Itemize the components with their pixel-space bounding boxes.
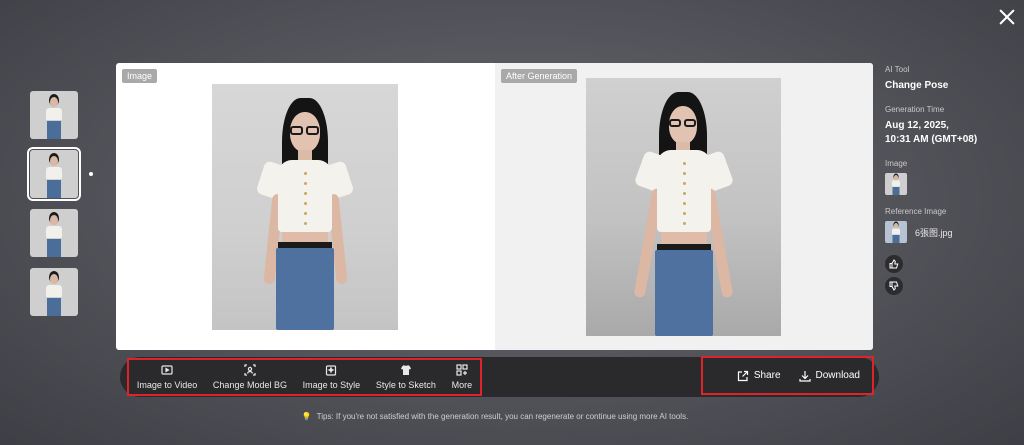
- image-to-video-button[interactable]: Image to Video: [137, 364, 197, 390]
- ai-tools-group: Image to Video Change Model BG Image to …: [127, 358, 482, 396]
- tips-text: 💡 Tips: If you're not satisfied with the …: [0, 412, 990, 421]
- thumbnail-list: [27, 91, 81, 327]
- generation-time-line2: 10:31 AM (GMT+08): [885, 134, 978, 145]
- ai-tool-value: Change Pose: [885, 80, 949, 91]
- change-model-bg-button[interactable]: Change Model BG: [213, 364, 287, 390]
- bottom-toolbar: Image to Video Change Model BG Image to …: [120, 356, 879, 397]
- image-label: Image: [885, 159, 908, 168]
- image-to-style-label: Image to Style: [302, 380, 361, 390]
- original-image[interactable]: [212, 84, 398, 330]
- info-sidebar: AI Tool Change Pose Generation Time Aug …: [885, 65, 1015, 299]
- model-figure-icon: [44, 274, 64, 316]
- download-label: Download: [815, 370, 860, 381]
- share-button[interactable]: Share: [737, 370, 781, 382]
- image-to-video-label: Image to Video: [136, 380, 198, 390]
- thumbs-down-icon: [889, 281, 899, 291]
- style-sparkle-icon: [326, 365, 337, 376]
- ai-tool-label: AI Tool: [885, 65, 910, 74]
- reference-image-row[interactable]: 6張图.jpg: [885, 221, 1015, 243]
- ai-tool-block: AI Tool Change Pose: [885, 65, 1015, 93]
- change-model-bg-label: Change Model BG: [212, 380, 287, 390]
- reference-image-thumbnail: [885, 221, 907, 243]
- active-indicator-dot: [89, 172, 93, 176]
- style-to-sketch-label: Style to Sketch: [375, 380, 436, 390]
- more-tools-button[interactable]: More: [451, 364, 473, 390]
- generation-time-line1: Aug 12, 2025,: [885, 120, 949, 131]
- download-button[interactable]: Download: [798, 370, 860, 382]
- thumbnail-1[interactable]: [30, 91, 78, 139]
- scan-person-icon: [244, 364, 256, 376]
- thumbs-up-icon: [889, 259, 899, 269]
- style-to-sketch-button[interactable]: Style to Sketch: [376, 364, 436, 390]
- close-icon[interactable]: [996, 6, 1018, 28]
- thumbs-down-button[interactable]: [885, 277, 903, 295]
- generation-time-block: Generation Time Aug 12, 2025, 10:31 AM (…: [885, 105, 1015, 147]
- image-to-style-button[interactable]: Image to Style: [302, 364, 361, 390]
- thumbnail-2-selected[interactable]: [27, 147, 81, 201]
- comparison-panel: Image After Generation: [116, 63, 873, 350]
- reference-image-label: Reference Image: [885, 207, 947, 216]
- generation-time-label: Generation Time: [885, 105, 945, 114]
- download-icon: [798, 370, 811, 382]
- model-figure: [250, 98, 360, 330]
- generated-image[interactable]: [586, 78, 781, 336]
- model-figure: [625, 92, 743, 336]
- source-image-thumbnail[interactable]: [885, 173, 907, 195]
- more-label: More: [451, 380, 473, 390]
- share-icon: [737, 370, 748, 381]
- model-figure-icon: [891, 175, 901, 195]
- image-tag: Image: [122, 69, 158, 83]
- reference-image-block: Reference Image 6張图.jpg: [885, 207, 1015, 243]
- thumbnail-3[interactable]: [30, 209, 78, 257]
- model-figure-icon: [891, 223, 901, 243]
- model-figure-icon: [44, 156, 64, 198]
- share-label: Share: [753, 370, 781, 381]
- after-generation-tag: After Generation: [501, 69, 578, 83]
- video-icon: [161, 365, 173, 375]
- tips-label: Tips: If you're not satisfied with the g…: [316, 412, 689, 421]
- model-figure-icon: [44, 97, 64, 139]
- lightbulb-icon: 💡: [301, 412, 312, 421]
- shirt-icon: [400, 365, 411, 375]
- image-block: Image: [885, 159, 1015, 195]
- model-figure-icon: [44, 215, 64, 257]
- thumbnail-4[interactable]: [30, 268, 78, 316]
- reference-file-name: 6張图.jpg: [915, 227, 953, 238]
- actions-group: Share Download: [701, 356, 874, 395]
- grid-more-icon: [456, 364, 468, 376]
- thumbs-up-button[interactable]: [885, 255, 903, 273]
